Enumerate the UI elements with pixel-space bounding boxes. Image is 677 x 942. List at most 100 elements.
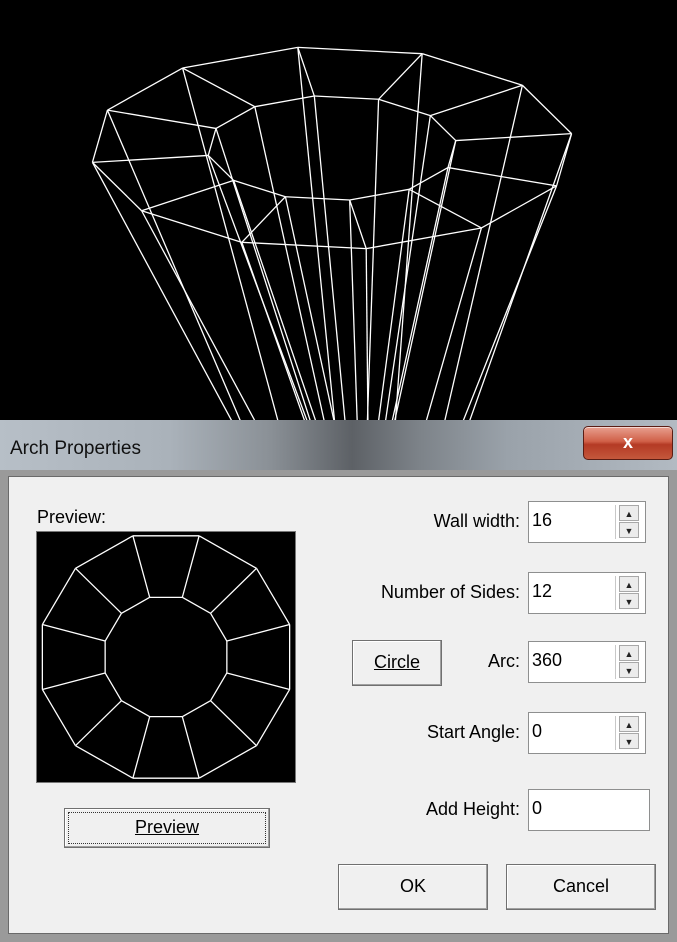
top-outer-edge — [91, 161, 143, 212]
add-height-input[interactable]: 0 — [528, 789, 650, 831]
3d-viewport[interactable] — [0, 0, 677, 430]
top-outer-edge — [241, 241, 367, 250]
outer-edge — [198, 745, 257, 779]
outer-edge — [41, 689, 77, 747]
top-spoke — [92, 154, 209, 164]
dialog-title: Arch Properties — [10, 438, 141, 459]
cancel-button-label: Cancel — [552, 876, 610, 896]
inner-wall-edge — [376, 189, 410, 430]
number-of-sides-value[interactable]: 12 — [532, 581, 552, 602]
circle-button-label: Circle — [373, 652, 420, 672]
spoke — [226, 623, 290, 642]
top-outer-edge — [421, 53, 523, 86]
outer-edge — [41, 567, 77, 625]
inner-edge — [104, 613, 123, 642]
inner-edge — [121, 596, 151, 614]
inner-edge — [121, 700, 151, 718]
preview-button-label: Preview — [134, 817, 200, 837]
top-outer-edge — [366, 227, 482, 250]
arrow-up-icon[interactable]: ▲ — [619, 645, 639, 661]
arc-value[interactable]: 360 — [532, 650, 562, 671]
spoke — [181, 716, 200, 779]
spoke — [181, 535, 200, 598]
arc-label: Arc: — [487, 651, 520, 671]
top-inner-edge — [314, 95, 379, 100]
spinner-arrows: ▲ ▼ — [615, 505, 642, 539]
top-spoke — [241, 196, 286, 243]
outer-wall-edge — [181, 67, 282, 430]
add-height-label: Add Height: — [425, 799, 520, 819]
inner-edge — [209, 613, 228, 642]
start-angle-spinner[interactable]: 0 ▲ ▼ — [528, 712, 646, 754]
preview-button[interactable]: Preview — [64, 808, 270, 848]
top-inner-edge — [215, 106, 256, 130]
ok-button[interactable]: OK — [338, 864, 488, 910]
top-inner-edge — [207, 128, 217, 156]
top-spoke — [349, 199, 367, 249]
spoke — [132, 535, 151, 598]
start-angle-label: Start Angle: — [426, 722, 520, 742]
top-spoke — [378, 53, 423, 100]
top-outer-edge — [521, 84, 573, 135]
inner-wall-edge — [383, 115, 431, 430]
spinner-arrows: ▲ ▼ — [615, 576, 642, 610]
top-inner-edge — [349, 188, 410, 201]
spinner-arrows: ▲ ▼ — [615, 716, 642, 750]
preview-label: Preview: — [37, 507, 107, 527]
title-bar[interactable]: Arch Properties x — [0, 420, 677, 470]
top-spoke — [455, 132, 572, 142]
outer-wall-edge — [141, 210, 261, 430]
dialog-body: Preview: Preview Wall width: 16 ▲ ▼ Numb… — [8, 476, 669, 934]
wall-width-value[interactable]: 16 — [532, 510, 552, 531]
top-inner-edge — [254, 95, 315, 108]
inner-edge — [104, 672, 123, 701]
arrow-down-icon[interactable]: ▼ — [619, 522, 639, 538]
inner-wall-edge — [284, 196, 337, 430]
arrow-up-icon[interactable]: ▲ — [619, 505, 639, 521]
arc-spinner[interactable]: 360 ▲ ▼ — [528, 641, 646, 683]
outer-wall-edge — [422, 227, 483, 430]
ok-button-label: OK — [399, 876, 426, 896]
top-outer-edge — [182, 46, 298, 69]
top-inner-edge — [429, 115, 457, 142]
spinner-arrows: ▲ ▼ — [615, 645, 642, 679]
top-spoke — [408, 188, 482, 229]
spoke — [75, 567, 122, 614]
outer-edge — [198, 535, 257, 569]
arch-properties-dialog: Arch Properties x Preview: Preview Wall … — [0, 420, 677, 942]
top-spoke — [430, 84, 523, 117]
arrow-up-icon[interactable]: ▲ — [619, 576, 639, 592]
outer-edge — [75, 745, 134, 779]
spoke — [210, 700, 257, 747]
start-angle-value[interactable]: 0 — [532, 721, 542, 742]
top-inner-edge — [378, 98, 431, 117]
inner-wall-edge — [207, 155, 312, 430]
outer-edge — [75, 535, 134, 569]
spoke — [210, 567, 257, 614]
inner-wall-edge — [349, 199, 359, 430]
inner-edge — [181, 596, 211, 614]
circle-button[interactable]: Circle — [352, 640, 442, 686]
outer-wall-edge — [394, 53, 423, 430]
inner-wall-edge — [215, 128, 314, 430]
number-of-sides-spinner[interactable]: 12 ▲ ▼ — [528, 572, 646, 614]
arrow-down-icon[interactable]: ▼ — [619, 662, 639, 678]
top-outer-edge — [91, 109, 109, 163]
wall-width-spinner[interactable]: 16 ▲ ▼ — [528, 501, 646, 543]
cancel-button[interactable]: Cancel — [506, 864, 656, 910]
arrow-down-icon[interactable]: ▼ — [619, 733, 639, 749]
inner-wall-edge — [366, 99, 380, 430]
outer-edge — [255, 567, 291, 625]
close-icon: x — [622, 432, 633, 452]
close-button[interactable]: x — [583, 426, 673, 460]
spoke — [226, 672, 290, 691]
wall-width-label: Wall width: — [433, 511, 520, 531]
top-spoke — [182, 67, 256, 108]
arrow-up-icon[interactable]: ▲ — [619, 716, 639, 732]
arrow-down-icon[interactable]: ▼ — [619, 593, 639, 609]
inner-edge — [209, 672, 228, 701]
add-height-value[interactable]: 0 — [532, 798, 542, 819]
top-spoke — [107, 109, 217, 130]
inner-edge — [181, 700, 211, 718]
preview-canvas — [36, 531, 296, 783]
